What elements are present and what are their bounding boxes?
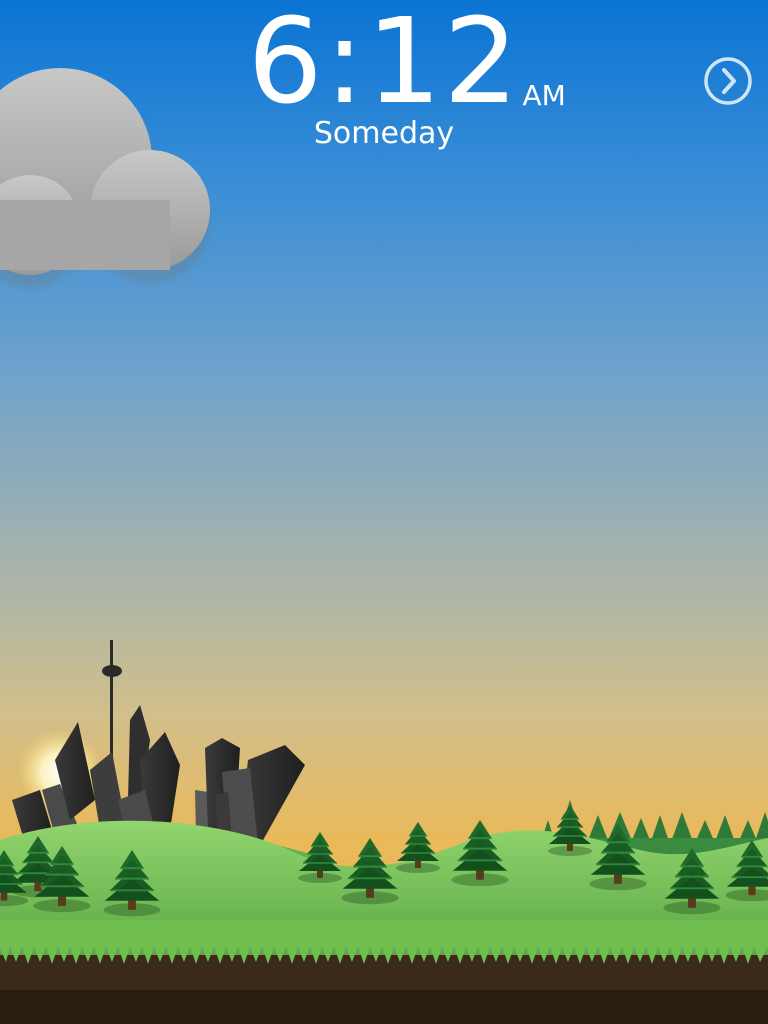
time-row: 6:12 AM	[247, 0, 566, 130]
alarm-day-label[interactable]: Someday	[0, 116, 768, 151]
meridiem-label: AM	[522, 79, 566, 112]
clock-display: 6:12 AM	[0, 2, 768, 120]
chevron-right-icon	[704, 57, 752, 105]
alarm-clock-scene: 6:12 AM Someday	[0, 0, 768, 1024]
time-text: 6:12	[247, 0, 521, 130]
landscape-illustration	[0, 68, 768, 1024]
next-button[interactable]	[702, 55, 754, 107]
